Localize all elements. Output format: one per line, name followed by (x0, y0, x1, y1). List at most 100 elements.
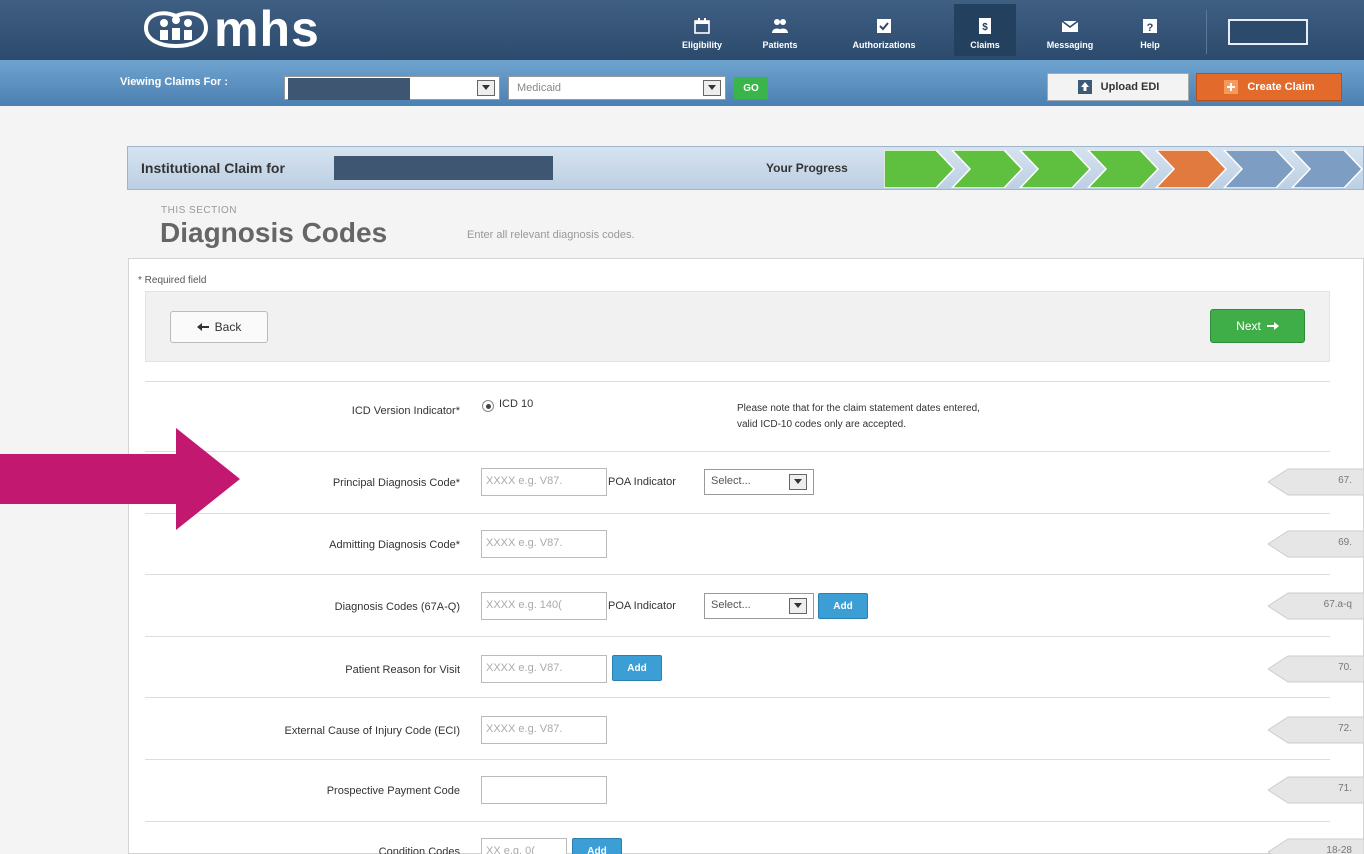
back-button[interactable]: Back (170, 311, 268, 343)
form-locator-tag: 67.a-q (1267, 591, 1364, 621)
nav-claims[interactable]: $ Claims (954, 4, 1016, 56)
tag-label: 67. (1338, 475, 1352, 486)
create-claim-label: Create Claim (1247, 81, 1315, 93)
chevron-down-icon (789, 598, 807, 614)
patient-reason-label: Patient Reason for Visit (345, 664, 460, 676)
progress-step-todo (1290, 150, 1364, 188)
divider (145, 636, 1330, 637)
nav-help[interactable]: ? Help (1126, 4, 1174, 56)
nav-messaging[interactable]: Messaging (1030, 4, 1110, 56)
prospective-payment-label: Prospective Payment Code (326, 785, 460, 797)
calendar-icon (694, 18, 710, 34)
redacted-provider (288, 78, 410, 100)
progress-label: Your Progress (766, 161, 848, 175)
progress-chevrons (884, 150, 1364, 188)
condition-codes-label: Condition Codes (378, 846, 460, 854)
diagnosis-codes-label: Diagnosis Codes (67A-Q) (334, 601, 460, 613)
poa-indicator-select[interactable]: Select... (704, 593, 814, 619)
condition-codes-input[interactable]: XX e.g. 0( (481, 838, 567, 854)
upload-icon (1077, 80, 1092, 94)
external-cause-input[interactable]: XXXX e.g. V87. (481, 716, 607, 744)
admitting-diagnosis-label: Admitting Diagnosis Code* (329, 539, 460, 551)
user-account-select[interactable] (1228, 19, 1308, 45)
icd10-radio-label: ICD 10 (499, 398, 534, 410)
progress-step (884, 150, 1364, 188)
divider (145, 513, 1330, 514)
next-label: Next (1236, 319, 1261, 333)
family-logo-icon (143, 11, 209, 49)
tag-label: 69. (1338, 537, 1352, 548)
upload-edi-label: Upload EDI (1100, 81, 1160, 93)
svg-text:?: ? (1147, 22, 1154, 34)
claim-title: Institutional Claim for (141, 160, 285, 176)
create-icon (1224, 80, 1239, 94)
poa-select-value: Select... (711, 599, 751, 611)
chevron-down-icon (789, 474, 807, 490)
form-locator-tag: 69. (1267, 529, 1364, 559)
pointer-arrow (0, 428, 240, 530)
diagnosis-codes-input[interactable]: XXXX e.g. 140( (481, 592, 607, 620)
tag-label: 70. (1338, 662, 1352, 673)
add-diagnosis-code-button[interactable]: Add (818, 593, 868, 619)
add-patient-reason-button[interactable]: Add (612, 655, 662, 681)
plan-select[interactable]: Medicaid (508, 76, 726, 100)
section-eyebrow: THIS SECTION (161, 205, 238, 216)
brand-name: mhs (214, 1, 320, 57)
poa-select-value: Select... (711, 475, 751, 487)
next-button[interactable]: Next (1210, 309, 1305, 343)
form-locator-tag: 70. (1267, 654, 1364, 684)
poa-indicator-label: POA Indicator (608, 476, 676, 488)
admitting-diagnosis-input[interactable]: XXXX e.g. V87. (481, 530, 607, 558)
redacted-patient-name (334, 156, 553, 180)
form-locator-tag: 72. (1267, 715, 1364, 745)
external-cause-label: External Cause of Injury Code (ECI) (284, 725, 460, 737)
required-field-note: * Required field (138, 275, 207, 286)
nav-label: Messaging (1046, 40, 1094, 50)
section-description: Enter all relevant diagnosis codes. (467, 229, 635, 241)
icd-note-line2: valid ICD-10 codes only are accepted. (737, 419, 906, 430)
chevron-down-icon (703, 80, 721, 96)
section-title: Diagnosis Codes (160, 217, 388, 248)
divider (145, 821, 1330, 822)
nav-divider (1206, 10, 1207, 54)
progress-step-done (950, 150, 1024, 188)
upload-edi-button[interactable]: Upload EDI (1047, 73, 1189, 101)
arrow-right-icon (1266, 322, 1279, 330)
principal-diagnosis-input[interactable]: XXXX e.g. V87. (481, 468, 607, 496)
help-icon: ? (1143, 19, 1157, 34)
arrow-left-icon (196, 323, 209, 331)
nav-label: Claims (970, 40, 1000, 50)
patient-reason-input[interactable]: XXXX e.g. V87. (481, 655, 607, 683)
prospective-payment-input[interactable] (481, 776, 607, 804)
poa-indicator-select[interactable]: Select... (704, 469, 814, 495)
nav-label: Eligibility (681, 40, 722, 50)
progress-step-done (1086, 150, 1160, 188)
progress-step-done (1018, 150, 1092, 188)
nav-eligibility[interactable]: Eligibility (664, 4, 740, 56)
check-icon (877, 19, 891, 33)
poa-indicator-label: POA Indicator (608, 600, 676, 612)
create-claim-button[interactable]: Create Claim (1196, 73, 1342, 101)
progress-step-current (1154, 150, 1228, 188)
nav-authorizations[interactable]: Authorizations (820, 4, 948, 56)
viewing-claims-label: Viewing Claims For : (120, 76, 228, 88)
divider (145, 759, 1330, 760)
tag-label: 71. (1338, 783, 1352, 794)
form-locator-tag: 67. (1267, 467, 1364, 497)
nav-label: Authorizations (852, 40, 916, 50)
mhs-logo[interactable]: mhs (140, 1, 320, 57)
nav-patients[interactable]: Patients (742, 4, 818, 56)
claims-icon: $ (979, 18, 991, 34)
icd-note: Please note that for the claim statement… (737, 401, 980, 433)
patients-icon (772, 19, 788, 33)
icd10-radio[interactable] (482, 400, 494, 412)
icd-note-line1: Please note that for the claim statement… (737, 403, 980, 414)
button-well (145, 291, 1330, 362)
plan-select-value: Medicaid (517, 82, 562, 94)
back-label: Back (214, 320, 242, 334)
svg-text:$: $ (982, 22, 988, 33)
icd-version-label: ICD Version Indicator* (351, 405, 460, 417)
progress-step-done (884, 150, 956, 188)
go-button[interactable]: GO (734, 77, 768, 99)
add-condition-code-button[interactable]: Add (572, 838, 622, 854)
